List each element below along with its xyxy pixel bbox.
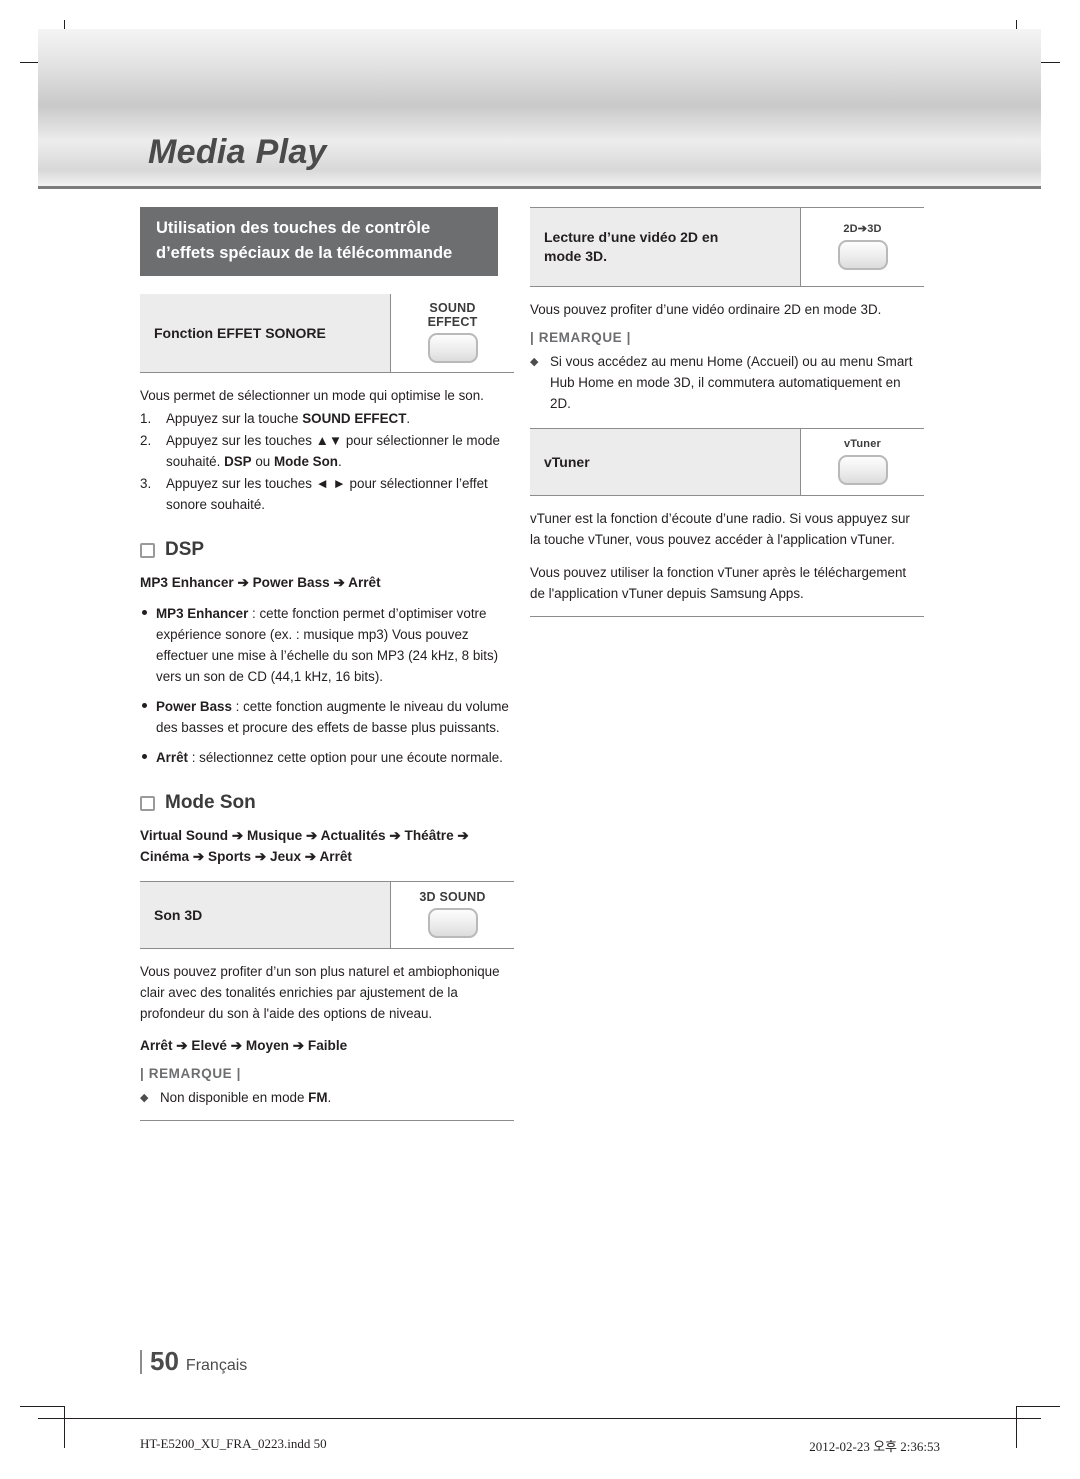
son-3d-remark-post: . [327, 1090, 332, 1105]
page-title: Media Play [148, 133, 327, 171]
video-2d-3d-body: Vous pouvez profiter d’une vidéo ordinai… [530, 302, 882, 317]
dsp-bullet-1: MP3 Enhancer : cette fonction permet d’o… [140, 603, 514, 687]
mode-son-subheading-label: Mode Son [165, 792, 256, 813]
vtuner-body-2: Vous pouvez utiliser la fonction vTuner … [530, 565, 907, 601]
page-language: Français [185, 1357, 248, 1374]
step-3-number: 3. [140, 476, 152, 491]
son-3d-key-cell: 3D SOUND [390, 882, 514, 948]
crop-mark-bottom-right-horizontal [1016, 1406, 1060, 1407]
section-title-line2: d’effets spéciaux de la télécommande [156, 244, 453, 262]
footer-timestamp: 2012-02-23 오후 2:36:53 [809, 1439, 940, 1454]
vtuner-key-cell: vTuner [800, 429, 924, 495]
mode-son-subheading: Mode Son [140, 792, 514, 814]
dsp-bullet-3-term: Arrêt [156, 750, 188, 765]
step-2-post: . [337, 454, 342, 469]
video-2d-3d-remark-list: ◆ Si vous accédez au menu Home (Accueil) … [530, 351, 924, 414]
right-column-end-rule [530, 616, 924, 617]
son-3d-feature-row: Son 3D 3D SOUND [140, 881, 514, 949]
video-2d-3d-label: Lecture d’une vidéo 2D en mode 3D. [530, 208, 800, 286]
video-2d-3d-feature-row: Lecture d’une vidéo 2D en mode 3D. 2D➔3D [530, 207, 924, 287]
vtuner-key-text: vTuner [843, 438, 882, 450]
page-number: 50 [150, 1346, 179, 1376]
vtuner-body-1: vTuner est la fonction d’écoute d’une ra… [530, 511, 910, 547]
checkbox-square-icon [140, 795, 155, 811]
crop-mark-bottom-right-vertical [1016, 1406, 1017, 1448]
step-3-pre: Appuyez sur les touches ◄ ► pour sélecti… [166, 476, 488, 512]
son-3d-label: Son 3D [140, 882, 390, 948]
dsp-bullet-3-text: : sélectionnez cette option pour une éco… [188, 750, 503, 765]
step-1-post: . [406, 411, 411, 426]
son-3d-remark-list: ◆ Non disponible en mode FM. [140, 1087, 514, 1108]
dsp-bullets: MP3 Enhancer : cette fonction permet d’o… [140, 603, 514, 768]
remark-arrow-icon: ◆ [140, 1092, 149, 1104]
dsp-chain: MP3 Enhancer ➔ Power Bass ➔ Arrêt [140, 575, 381, 590]
sound-effect-key-line2: EFFECT [427, 315, 478, 329]
mode-son-chain-line1: Virtual Sound ➔ Musique ➔ Actualités ➔ T… [140, 828, 469, 843]
step-3: 3. Appuyez sur les touches ◄ ► pour sélec… [140, 473, 514, 515]
son-3d-remark-bold: FM [308, 1090, 328, 1105]
page-number-block: 50 Français [140, 1346, 247, 1377]
video-2d-3d-key-button-icon [837, 240, 888, 270]
sound-effect-steps: 1. Appuyez sur la touche SOUND EFFECT. 2.… [140, 408, 514, 515]
video-2d-3d-key-text: 2D➔3D [843, 223, 882, 235]
dsp-bullet-2: Power Bass : cette fonction augmente le … [140, 696, 514, 738]
dsp-bullet-3: Arrêt : sélectionnez cette option pour u… [140, 747, 514, 768]
step-1-pre: Appuyez sur la touche [166, 411, 303, 426]
left-column-end-rule [140, 1120, 514, 1121]
sound-effect-key-line1: SOUND [429, 301, 476, 315]
page-number-rule [140, 1350, 142, 1374]
sound-effect-intro-text: Vous permet de sélectionner un mode qui … [140, 388, 484, 403]
crop-mark-bottom-left-horizontal [20, 1406, 64, 1407]
video-2d-3d-remark-item: ◆ Si vous accédez au menu Home (Accueil) … [530, 351, 924, 414]
son-3d-key-button-icon [427, 908, 478, 938]
sound-effect-label: Fonction EFFET SONORE [140, 294, 390, 372]
dsp-bullet-2-term: Power Bass [156, 699, 232, 714]
step-2-mid: ou [251, 454, 274, 469]
son-3d-remark-pre: Non disponible en mode [160, 1090, 309, 1105]
section-title-bar: Utilisation des touches de contrôle d’ef… [140, 207, 498, 276]
son-3d-key-text: 3D SOUND [419, 890, 486, 904]
step-2-bold2: Mode Son [273, 454, 338, 469]
step-2-number: 2. [140, 433, 152, 448]
son-3d-remark-item: ◆ Non disponible en mode FM. [140, 1087, 514, 1108]
left-column: Utilisation des touches de contrôle d’ef… [140, 207, 514, 1121]
dsp-subheading: DSP [140, 539, 514, 561]
footer-filename: HT-E5200_XU_FRA_0223.indd 50 [140, 1436, 327, 1451]
video-2d-3d-remark-title: | REMARQUE | [530, 330, 632, 345]
section-title-line1: Utilisation des touches de contrôle [156, 219, 431, 237]
remark-arrow-icon: ◆ [530, 356, 539, 368]
vtuner-label: vTuner [530, 429, 800, 495]
vtuner-key-button-icon [837, 455, 888, 485]
mode-son-chain-line2: Cinéma ➔ Sports ➔ Jeux ➔ Arrêt [140, 849, 352, 864]
vtuner-feature-row: vTuner vTuner [530, 428, 924, 496]
bullet-dot-icon [142, 610, 147, 615]
step-1-bold: SOUND EFFECT [302, 411, 407, 426]
bullet-dot-icon [142, 703, 147, 708]
son-3d-remark-title: | REMARQUE | [140, 1066, 242, 1081]
dsp-bullet-1-term: MP3 Enhancer [156, 606, 249, 621]
right-column: Lecture d’une vidéo 2D en mode 3D. 2D➔3D… [530, 207, 924, 617]
step-2: 2. Appuyez sur les touches ▲▼ pour sélect… [140, 430, 514, 472]
sound-effect-feature-row: Fonction EFFET SONORE SOUND EFFECT [140, 294, 514, 373]
step-1-number: 1. [140, 411, 152, 426]
bullet-dot-icon [142, 754, 147, 759]
sound-effect-key-button-icon [427, 333, 478, 363]
video-2d-3d-remark-text: Si vous accédez au menu Home (Accueil) o… [550, 354, 913, 411]
sound-effect-intro: Vous permet de sélectionner un mode qui … [140, 385, 514, 515]
step-1: 1. Appuyez sur la touche SOUND EFFECT. [140, 408, 514, 429]
video-2d-3d-label-line2: mode 3D. [544, 248, 608, 264]
dsp-subheading-label: DSP [165, 539, 205, 560]
crop-mark-bottom-left-vertical [64, 1406, 65, 1448]
son-3d-body: Vous pouvez profiter d’un son plus natur… [140, 964, 500, 1021]
footer-divider [38, 1418, 1041, 1419]
mode-son-chain: Virtual Sound ➔ Musique ➔ Actualités ➔ T… [140, 825, 514, 867]
video-2d-3d-label-line1: Lecture d’une vidéo 2D en [544, 229, 719, 245]
checkbox-square-icon [140, 542, 155, 558]
step-2-bold: DSP [224, 454, 252, 469]
son-3d-levels-chain: Arrêt ➔ Elevé ➔ Moyen ➔ Faible [140, 1038, 348, 1053]
video-2d-3d-key-cell: 2D➔3D [800, 208, 924, 286]
sound-effect-key-cell: SOUND EFFECT [390, 294, 514, 372]
